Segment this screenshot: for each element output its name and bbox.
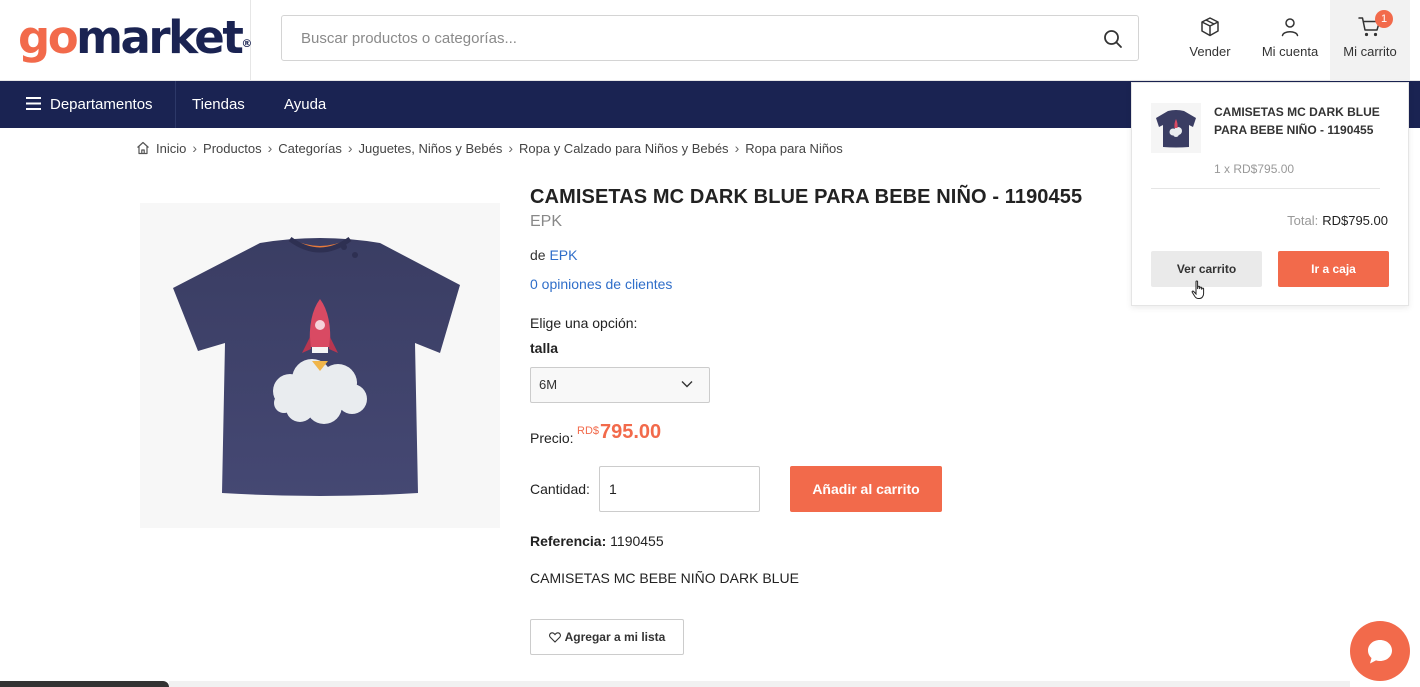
chevron-right-icon: ›	[508, 140, 513, 156]
cart-label: Mi carrito	[1343, 44, 1397, 59]
reference-label: Referencia:	[530, 533, 607, 549]
chevron-right-icon: ›	[192, 140, 198, 156]
site-header: gomarket® Vender Mi cuenta 1 Mi carrito	[0, 0, 1420, 81]
breadcrumb-item[interactable]: Juguetes, Niños y Bebés	[359, 141, 503, 156]
product-reference: Referencia: 1190455	[530, 533, 664, 549]
mini-cart-dropdown: CAMISETAS MC DARK BLUE PARA BEBE NIÑO - …	[1131, 82, 1409, 306]
nav-stores[interactable]: Tiendas	[192, 81, 245, 128]
price-label: Precio:	[530, 430, 574, 446]
nav-departments[interactable]: Departamentos	[26, 81, 176, 128]
quantity-label: Cantidad:	[530, 481, 590, 497]
divider	[1151, 188, 1380, 189]
size-attribute-label: talla	[530, 340, 559, 356]
cart-item-thumbnail[interactable]	[1151, 103, 1201, 153]
chevron-right-icon: ›	[734, 140, 740, 156]
price-currency: RD$	[577, 425, 600, 437]
product-seller: de EPK	[530, 247, 577, 263]
quantity-input[interactable]	[599, 466, 760, 512]
bottom-divider	[169, 681, 1350, 687]
account-button[interactable]: Mi cuenta	[1250, 0, 1330, 81]
choose-option-label: Elige una opción:	[530, 315, 638, 331]
heart-icon	[548, 631, 561, 643]
reference-value: 1190455	[610, 533, 664, 549]
checkout-button[interactable]: Ir a caja	[1278, 251, 1389, 287]
tshirt-illustration	[173, 236, 460, 496]
account-label: Mi cuenta	[1261, 44, 1319, 59]
cart-button[interactable]: 1 Mi carrito	[1330, 0, 1410, 81]
wishlist-label: Agregar a mi lista	[564, 630, 666, 644]
sell-button[interactable]: Vender	[1170, 0, 1250, 81]
cart-total-label: Total:	[1287, 213, 1319, 228]
breadcrumb-item[interactable]: Inicio	[156, 141, 186, 156]
tshirt-thumbnail	[1156, 110, 1196, 148]
product-description: CAMISETAS MC BEBE NIÑO DARK BLUE	[530, 570, 799, 586]
cart-item-quantity: 1 x RD$795.00	[1214, 162, 1295, 176]
nav-departments-label: Departamentos	[50, 96, 153, 113]
sell-label: Vender	[1189, 44, 1231, 59]
logo-registered-mark: ®	[241, 37, 253, 50]
add-to-cart-button[interactable]: Añadir al carrito	[790, 466, 942, 512]
seller-link[interactable]: EPK	[549, 247, 577, 263]
size-select-value: 6M	[539, 377, 558, 392]
cart-item-name[interactable]: CAMISETAS MC DARK BLUE PARA BEBE NIÑO - …	[1214, 103, 1384, 139]
pointer-cursor-icon	[1191, 280, 1205, 299]
breadcrumb-item[interactable]: Ropa para Niños	[745, 141, 843, 156]
cart-count-badge: 1	[1375, 10, 1393, 28]
box-icon	[1201, 17, 1219, 37]
search-box	[281, 15, 1139, 61]
chevron-down-icon	[681, 381, 693, 388]
chat-button[interactable]	[1350, 621, 1410, 681]
cart-total: Total: RD$795.00	[1287, 213, 1388, 228]
nav-help[interactable]: Ayuda	[284, 81, 326, 128]
price-value: 795.00	[600, 421, 662, 443]
reviews-link[interactable]: 0 opiniones de clientes	[530, 276, 672, 292]
user-icon	[1281, 18, 1299, 37]
menu-icon	[26, 97, 41, 111]
seller-prefix: de	[530, 247, 546, 263]
search-input[interactable]	[283, 17, 1083, 59]
cart-total-value: RD$795.00	[1322, 213, 1388, 228]
logo-market-text: market	[76, 11, 244, 64]
logo-area: gomarket®	[0, 0, 252, 81]
chevron-right-icon: ›	[267, 140, 273, 156]
gomarket-logo[interactable]: gomarket®	[18, 10, 252, 66]
breadcrumb-item[interactable]: Ropa y Calzado para Niños y Bebés	[519, 141, 729, 156]
logo-go-text: go	[18, 11, 79, 64]
product-image[interactable]	[140, 203, 500, 528]
size-select[interactable]: 6M	[530, 367, 710, 403]
add-to-wishlist-button[interactable]: Agregar a mi lista	[530, 619, 684, 655]
chat-icon	[1368, 640, 1392, 664]
product-brand: EPK	[530, 213, 563, 230]
home-icon	[137, 141, 149, 155]
product-title: CAMISETAS MC DARK BLUE PARA BEBE NIÑO - …	[530, 186, 1083, 208]
breadcrumb: Inicio › Productos › Categorías › Juguet…	[136, 139, 849, 157]
bottom-scroll-indicator	[0, 681, 169, 687]
breadcrumb-item[interactable]: Productos	[203, 141, 262, 156]
search-icon[interactable]	[1102, 28, 1124, 50]
chevron-right-icon: ›	[347, 140, 353, 156]
breadcrumb-item[interactable]: Categorías	[278, 141, 342, 156]
